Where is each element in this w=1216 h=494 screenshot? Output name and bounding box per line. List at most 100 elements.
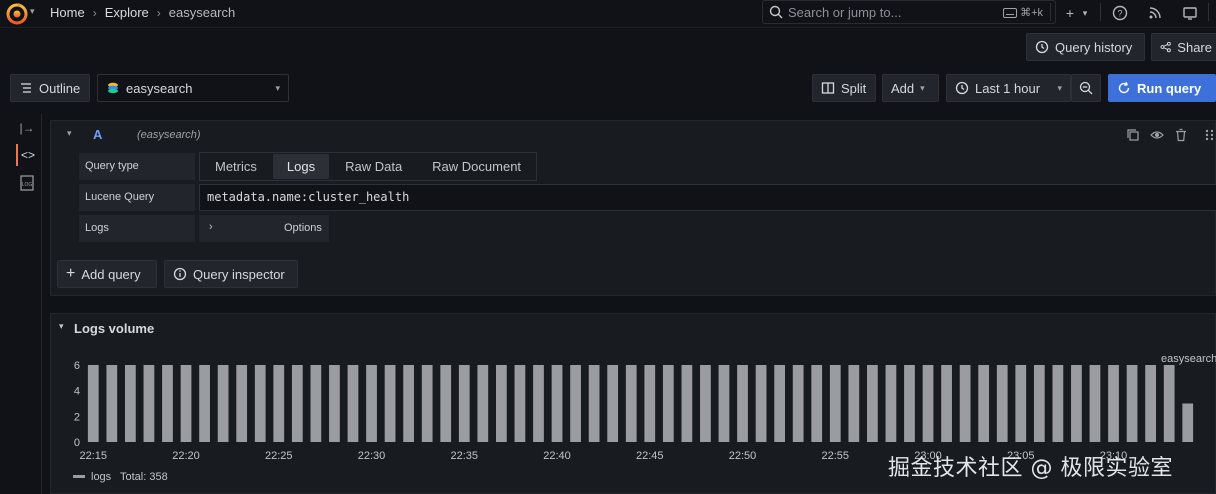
query-inspector-label: Query inspector: [193, 266, 285, 282]
divider: [1100, 3, 1101, 21]
chart-bar: [662, 365, 674, 442]
x-tick-label: 22:25: [265, 450, 293, 462]
chart-bar: [570, 365, 581, 442]
divider: [1050, 3, 1051, 21]
query-history-label: Query history: [1055, 39, 1133, 55]
query-ref-id[interactable]: A: [93, 127, 102, 142]
chart-bar: [1145, 365, 1157, 442]
chart-bar: [124, 365, 136, 442]
query-datasource-hint: (easysearch): [137, 129, 201, 141]
tab-raw-data[interactable]: Raw Data: [331, 154, 416, 179]
grafana-logo-icon[interactable]: [6, 3, 28, 25]
add-query-button[interactable]: + Add query: [57, 260, 157, 288]
chart-bar: [329, 365, 340, 442]
chevron-down-icon[interactable]: ▾: [1075, 3, 1095, 23]
search-icon: [769, 5, 783, 19]
logs-icon[interactable]: LOG: [16, 172, 38, 194]
chart-bar: [829, 365, 841, 442]
eye-icon[interactable]: [1150, 128, 1164, 142]
help-icon[interactable]: ?: [1110, 3, 1130, 23]
watermark-text: 掘金技术社区 @ 极限实验室: [888, 456, 1173, 481]
chart-bar: [421, 365, 433, 442]
add-button[interactable]: Add ▾: [882, 74, 939, 102]
clock-icon: [955, 81, 969, 95]
tab-logs[interactable]: Logs: [272, 154, 330, 179]
series-label: easysearch: [1161, 353, 1216, 365]
chart-bar: [866, 365, 878, 442]
chart-bar: [458, 365, 470, 442]
add-label: Add: [891, 80, 915, 96]
search-bar[interactable]: Search or jump to... ⌘+k: [762, 0, 1056, 24]
chevron-down-icon[interactable]: ▾: [30, 6, 35, 17]
code-icon[interactable]: <>: [16, 144, 38, 166]
divider: [1208, 3, 1209, 21]
chart-bar: [774, 365, 786, 442]
copy-icon[interactable]: [1126, 128, 1140, 142]
chart-bar: [551, 365, 563, 442]
y-tick-label: 2: [74, 411, 80, 423]
svg-text:LOG: LOG: [22, 182, 33, 188]
top-bar: ▾ Home › Explore › easysearch Search or …: [0, 0, 1216, 28]
time-range-picker[interactable]: Last 1 hour ▾: [946, 74, 1071, 102]
chart-bar: [180, 365, 192, 442]
chevron-right-icon: ›: [209, 221, 213, 233]
add-query-label: Add query: [81, 266, 141, 282]
info-icon: [173, 267, 187, 281]
chevron-right-icon: ›: [156, 5, 161, 20]
zoom-out-icon: [1079, 81, 1093, 95]
options-label: Options: [284, 222, 322, 234]
chart-bar: [273, 365, 285, 442]
rss-icon[interactable]: [1145, 3, 1165, 23]
datasource-icon: [108, 82, 118, 94]
tab-raw-document[interactable]: Raw Document: [418, 154, 535, 179]
chart-bar: [477, 365, 489, 442]
zoom-out-button[interactable]: [1071, 74, 1101, 102]
query-history-button[interactable]: Query history: [1026, 33, 1145, 61]
split-button[interactable]: Split: [812, 74, 876, 102]
x-tick-label: 22:40: [543, 450, 571, 462]
chart-bar: [87, 365, 99, 442]
chart-bar: [904, 365, 915, 442]
share-icon: [1160, 41, 1171, 53]
chart-bar: [1015, 365, 1027, 442]
keyboard-icon: [1003, 7, 1018, 18]
outline-icon: [21, 83, 31, 93]
tab-metrics[interactable]: Metrics: [201, 154, 271, 179]
breadcrumb-current: easysearch: [168, 5, 236, 20]
chart-bar: [941, 365, 952, 442]
chart-bar: [495, 365, 507, 442]
chart-bar: [644, 365, 656, 442]
run-query-label: Run query: [1137, 80, 1202, 96]
datasource-picker[interactable]: easysearch ▾: [97, 74, 289, 102]
chart-bar: [737, 365, 748, 442]
collapse-icon[interactable]: |→: [16, 117, 38, 139]
chart-bar: [162, 365, 173, 442]
chart-bar: [1182, 403, 1194, 442]
chart-bar: [959, 365, 971, 442]
lucene-query-input[interactable]: metadata.name:cluster_health: [199, 184, 1216, 211]
query-inspector-button[interactable]: Query inspector: [164, 260, 298, 288]
chevron-down-icon[interactable]: ▾: [67, 128, 72, 139]
x-tick-label: 22:35: [451, 450, 479, 462]
drag-icon[interactable]: [1203, 128, 1216, 142]
x-tick-label: 22:20: [172, 450, 200, 462]
chart-bar: [588, 365, 600, 442]
breadcrumb-home[interactable]: Home: [50, 5, 85, 20]
chart-bar: [384, 365, 396, 442]
time-range-label: Last 1 hour: [975, 80, 1041, 96]
trash-icon[interactable]: [1174, 128, 1188, 142]
chevron-down-icon: ▾: [1057, 82, 1062, 93]
chart-bar: [310, 365, 322, 442]
query-type-label: Query type: [79, 153, 195, 180]
history-icon: [1035, 40, 1049, 54]
outline-button[interactable]: Outline: [10, 74, 90, 102]
options-toggle[interactable]: › Options: [199, 215, 329, 242]
share-button[interactable]: Share: [1151, 33, 1216, 61]
monitor-icon[interactable]: [1180, 3, 1200, 23]
breadcrumb-explore[interactable]: Explore: [105, 5, 149, 20]
x-tick-label: 22:45: [636, 450, 664, 462]
breadcrumb: Home › Explore › easysearch: [50, 5, 235, 20]
chart-bar: [1108, 365, 1119, 442]
run-query-button[interactable]: Run query: [1108, 74, 1216, 102]
chart-bar: [607, 365, 619, 442]
